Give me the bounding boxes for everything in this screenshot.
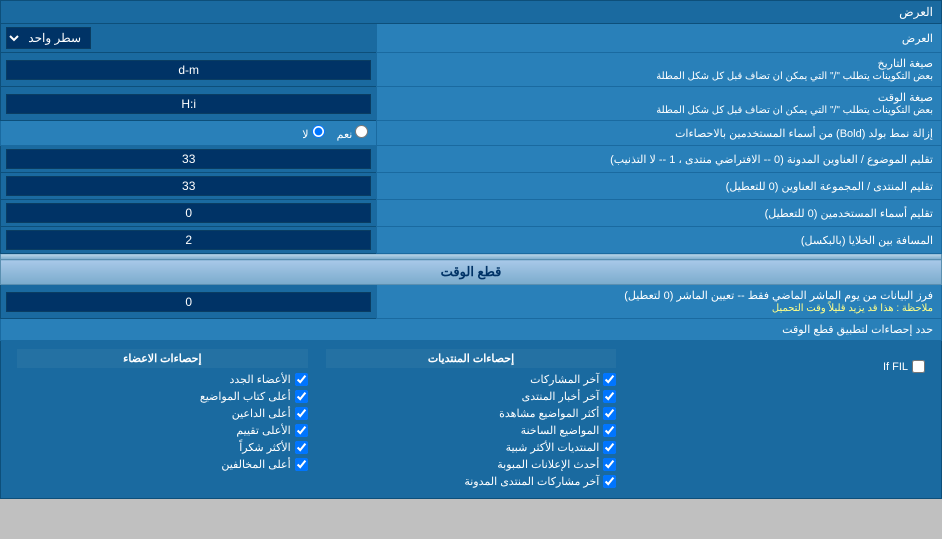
topics-order-input[interactable]: 33 [6,149,371,169]
cutoff-note: ملاحظة : هذا قد يزيد قليلاً وقت التحميل [772,303,933,314]
col1-item-2-label: أعلى الداعين [232,407,291,420]
col1-item-5-label: أعلى المخالفين [221,458,290,471]
checkboxes-section: If FIL إحصاءات المنتديات آخر المشاركات آ… [1,341,942,499]
topics-order-label: تقليم الموضوع / العناوين المدونة (0 -- ا… [377,146,942,173]
list-item: أكثر المواضيع مشاهدة [326,405,617,422]
bold-yes-label: نعم [337,125,369,141]
col1-header: إحصاءات الاعضاء [17,349,308,368]
list-item: أعلى كتاب المواضيع [17,388,308,405]
col2-item-6-label: آخر مشاركات المنتدى المدونة [464,475,599,488]
col2-item-1-label: آخر أخبار المنتدى [522,390,600,403]
col1-item-1-checkbox[interactable] [295,390,308,403]
display-mode-select[interactable]: سطر واحد [6,27,91,49]
col2-item-5-checkbox[interactable] [603,458,616,471]
col1-item-3-checkbox[interactable] [295,424,308,437]
forum-group-input[interactable]: 33 [6,176,371,196]
date-format-input[interactable]: d-m [6,60,371,80]
bold-no-radio[interactable] [312,125,325,138]
col3: If FIL [626,346,933,493]
list-item: الأكثر شكراً [17,439,308,456]
list-item: أحدث الإعلانات المبوبة [326,456,617,473]
list-item: المواضيع الساخنة [326,422,617,439]
spacing-input[interactable]: 2 [6,230,371,250]
col2-item-0-checkbox[interactable] [603,373,616,386]
list-item: المنتديات الأكثر شبية [326,439,617,456]
col1-item-0-label: الأعضاء الجدد [229,373,290,386]
users-trim-cell: 0 [1,200,377,227]
col2-item-2-checkbox[interactable] [603,407,616,420]
col2-item-0-label: آخر المشاركات [530,373,599,386]
users-trim-input[interactable]: 0 [6,203,371,223]
col1-item-1-label: أعلى كتاب المواضيع [200,390,291,403]
cutoff-section-header: قطع الوقت [1,260,942,285]
display-mode-cell: سطر واحد [1,24,377,53]
col2-item-3-label: المواضيع الساخنة [521,424,600,437]
bold-radio-cell: نعم لا [1,121,377,146]
col1-item-4-label: الأكثر شكراً [239,441,290,454]
col2-item-1-checkbox[interactable] [603,390,616,403]
col1-item-5-checkbox[interactable] [295,458,308,471]
spacing-cell: 2 [1,227,377,254]
bold-no-label: لا [302,125,324,141]
date-format-cell: d-m [1,53,377,87]
col2-item-6-checkbox[interactable] [603,475,616,488]
if-fil-label: If FIL [883,361,908,373]
list-item: الأعضاء الجدد [17,371,308,388]
spacing-label: المسافة بين الخلايا (بالبكسل) [377,227,942,254]
col2-item-5-label: أحدث الإعلانات المبوبة [497,458,599,471]
cutoff-input[interactable]: 0 [6,292,371,312]
date-format-label: صيغة التاريخ بعض التكوينات يتطلب "/" الت… [377,53,942,87]
time-format-label: صيغة الوقت بعض التكوينات يتطلب "/" التي … [377,87,942,121]
users-trim-label: تقليم أسماء المستخدمين (0 للتعطيل) [377,200,942,227]
list-item: آخر مشاركات المنتدى المدونة [326,473,617,490]
list-item: آخر أخبار المنتدى [326,388,617,405]
display-mode-label: العرض [377,24,942,53]
forum-group-label: تقليم المنتدى / المجموعة العناوين (0 للت… [377,173,942,200]
list-item: أعلى الداعين [17,405,308,422]
col1-item-3-label: الأعلى تقييم [236,424,290,437]
topics-order-cell: 33 [1,146,377,173]
time-format-note: بعض التكوينات يتطلب "/" التي يمكن ان تضا… [656,105,933,116]
date-format-note: بعض التكوينات يتطلب "/" التي يمكن ان تضا… [656,71,933,82]
cutoff-cell: 0 [1,285,377,319]
forum-group-cell: 33 [1,173,377,200]
col1-item-0-checkbox[interactable] [295,373,308,386]
col2-item-4-label: المنتديات الأكثر شبية [506,441,600,454]
col2-item-3-checkbox[interactable] [603,424,616,437]
page-title: العرض [1,1,942,24]
bold-label: إزالة نمط بولد (Bold) من أسماء المستخدمي… [377,121,942,146]
time-format-input[interactable]: H:i [6,94,371,114]
limit-row: حدد إحصاءات لتطبيق قطع الوقت [1,319,942,341]
col2-header: إحصاءات المنتديات [326,349,617,368]
cutoff-label: فرز البيانات من يوم الماشر الماضي فقط --… [377,285,942,319]
bold-yes-radio[interactable] [355,125,368,138]
col2-item-4-checkbox[interactable] [603,441,616,454]
col1: إحصاءات الاعضاء الأعضاء الجدد أعلى كتاب … [9,346,316,493]
col1-item-2-checkbox[interactable] [295,407,308,420]
col2-item-2-label: أكثر المواضيع مشاهدة [499,407,599,420]
col2: إحصاءات المنتديات آخر المشاركات آخر أخبا… [318,346,625,493]
if-fil-checkbox[interactable] [912,360,925,373]
list-item: آخر المشاركات [326,371,617,388]
list-item: أعلى المخالفين [17,456,308,473]
checkbox-grid: If FIL إحصاءات المنتديات آخر المشاركات آ… [9,346,933,493]
col1-item-4-checkbox[interactable] [295,441,308,454]
time-format-cell: H:i [1,87,377,121]
list-item: If FIL [634,358,925,375]
list-item: الأعلى تقييم [17,422,308,439]
